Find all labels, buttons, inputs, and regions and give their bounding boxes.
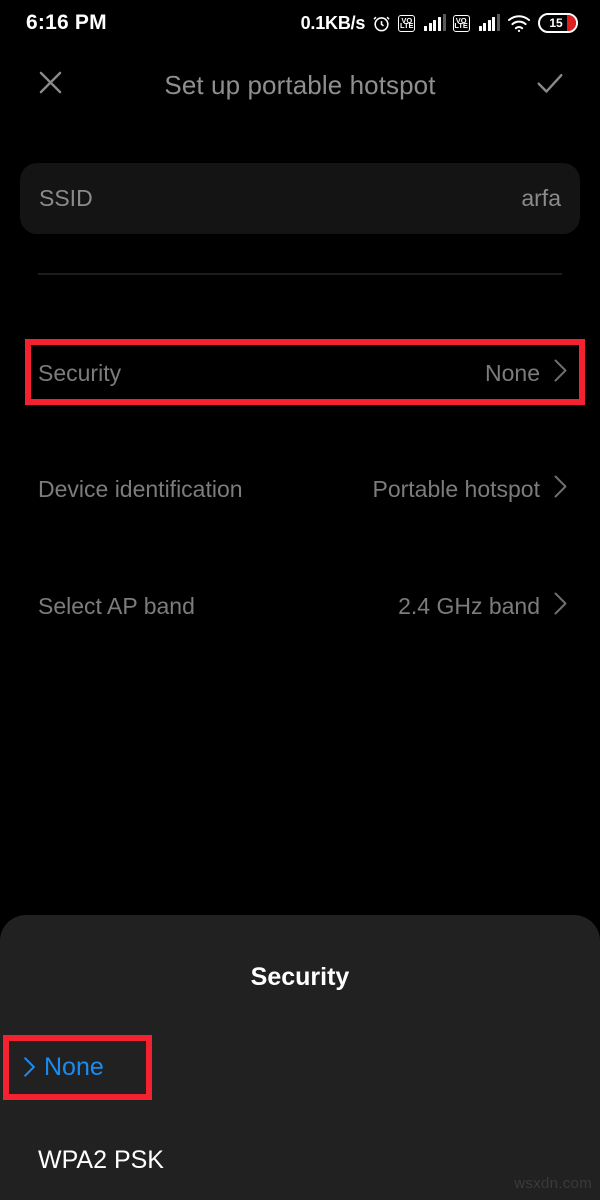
- security-option-wpa2-psk-label: WPA2 PSK: [38, 1145, 164, 1174]
- ap-band-value: 2.4 GHz band: [398, 592, 540, 619]
- confirm-button[interactable]: [517, 52, 583, 118]
- bottom-sheet-title: Security: [250, 963, 350, 991]
- setting-row-security[interactable]: Security None: [0, 342, 600, 404]
- signal-bars-sim1-icon: [424, 14, 446, 31]
- security-label: Security: [38, 359, 122, 386]
- alarm-clock-icon: [372, 14, 391, 33]
- network-speed-indicator: 0.1KB/s: [300, 12, 366, 33]
- section-divider: [38, 273, 562, 275]
- close-icon: [34, 66, 67, 104]
- close-button[interactable]: [17, 52, 83, 118]
- ap-band-label: Select AP band: [38, 592, 195, 619]
- signal-bars-sim2-icon: [478, 14, 500, 31]
- battery-indicator: 15: [538, 13, 578, 33]
- status-bar: 6:16 PM 0.1KB/s VO LTE VO LTE 15: [0, 0, 600, 46]
- security-option-wpa2-psk[interactable]: WPA2 PSK: [0, 1130, 600, 1190]
- ssid-label: SSID: [39, 185, 93, 211]
- ssid-value: arfa: [521, 185, 561, 211]
- volte-sim1-bottom: LTE: [399, 21, 414, 30]
- chevron-right-icon: [553, 474, 568, 504]
- phone-screen: 6:16 PM 0.1KB/s VO LTE VO LTE 15 Set up …: [0, 0, 600, 1200]
- chevron-right-icon: [553, 358, 568, 388]
- security-value: None: [485, 359, 540, 386]
- ssid-field[interactable]: SSID arfa: [20, 163, 580, 234]
- setting-row-ap-band[interactable]: Select AP band 2.4 GHz band: [0, 575, 600, 637]
- security-bottom-sheet: Security None WPA2 PSK wsxdn.com: [0, 915, 600, 1200]
- chevron-right-icon: [20, 1056, 38, 1078]
- volte-sim2-bottom: LTE: [454, 21, 468, 30]
- volte-sim2-icon: VO LTE: [452, 14, 470, 32]
- checkmark-icon: [533, 66, 567, 105]
- battery-level-fill: [567, 15, 576, 31]
- device-identification-label: Device identification: [38, 475, 243, 502]
- app-header: Set up portable hotspot: [0, 52, 600, 118]
- watermark: wsxdn.com: [514, 1175, 592, 1192]
- security-option-none-label: None: [44, 1052, 104, 1081]
- device-identification-value: Portable hotspot: [372, 475, 540, 502]
- battery-percent-label: 15: [549, 16, 563, 30]
- setting-row-device-identification[interactable]: Device identification Portable hotspot: [0, 458, 600, 520]
- volte-sim1-icon: VO LTE: [398, 14, 416, 32]
- security-option-none[interactable]: None: [0, 1037, 600, 1097]
- page-title: Set up portable hotspot: [164, 69, 436, 100]
- status-clock: 6:16 PM: [26, 11, 107, 34]
- wifi-icon: [507, 14, 531, 33]
- status-icon-group: 0.1KB/s VO LTE VO LTE 15: [301, 13, 578, 34]
- chevron-right-icon: [553, 591, 568, 621]
